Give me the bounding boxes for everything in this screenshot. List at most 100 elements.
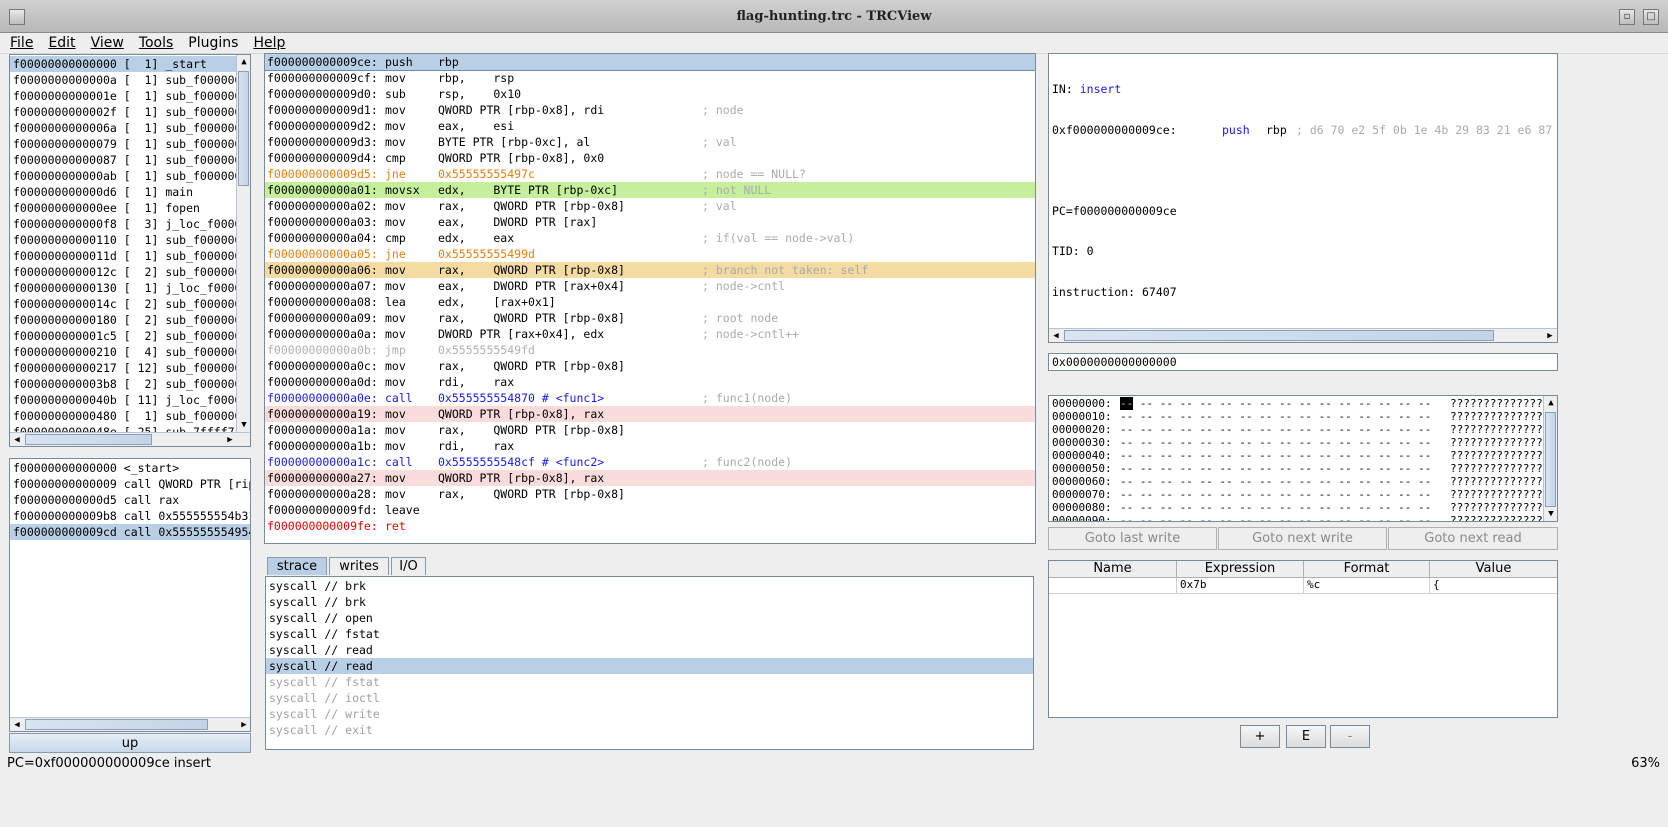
functions-vscroll[interactable]: ▲ ▼ bbox=[236, 55, 250, 432]
scroll-down-icon[interactable]: ▼ bbox=[237, 418, 250, 432]
menu-file[interactable]: File bbox=[5, 33, 38, 54]
hex-ascii[interactable]: ???????????????? bbox=[1450, 488, 1556, 501]
list-item[interactable]: f000000000009cd call 0x555555554954 bbox=[10, 524, 250, 540]
table-row[interactable]: f00000000000a0e: call 0x555555554870 # <fu… bbox=[265, 390, 1035, 406]
list-item[interactable]: f000000000001c5 [ 2] sub_f00000000 bbox=[10, 328, 250, 344]
watch-name-cell[interactable] bbox=[1049, 578, 1177, 593]
list-item[interactable]: syscall // brk bbox=[266, 594, 1033, 610]
scroll-thumb[interactable] bbox=[1545, 412, 1556, 507]
scroll-left-icon[interactable]: ◀ bbox=[10, 433, 24, 446]
scroll-left-icon[interactable]: ◀ bbox=[1049, 329, 1063, 342]
list-item[interactable]: syscall // brk bbox=[266, 578, 1033, 594]
scroll-thumb[interactable] bbox=[25, 719, 208, 730]
table-row[interactable]: f000000000009fd: leave bbox=[265, 502, 1035, 518]
table-row[interactable]: f000000000009d3: mov BYTE PTR [rbp-0xc], a… bbox=[265, 134, 1035, 150]
list-item[interactable]: f000000000000d5 call rax bbox=[10, 492, 250, 508]
list-item[interactable]: f000000000000d6 [ 1] main bbox=[10, 184, 238, 200]
list-item[interactable]: f00000000000009 call QWORD PTR [rip+0 bbox=[10, 476, 250, 492]
scroll-thumb[interactable] bbox=[25, 434, 152, 445]
scroll-thumb[interactable] bbox=[1064, 330, 1494, 341]
window-menu-icon[interactable] bbox=[9, 9, 25, 25]
list-item[interactable]: f0000000000006a [ 1] sub_f00000000 bbox=[10, 120, 250, 136]
goto-last-write-button[interactable]: Goto last write bbox=[1048, 527, 1217, 550]
list-item[interactable]: syscall // exit bbox=[266, 722, 1033, 738]
list-item[interactable]: f0000000000014c [ 2] sub_f00000000 bbox=[10, 296, 250, 312]
scroll-thumb[interactable] bbox=[238, 71, 249, 186]
table-row[interactable]: f00000000000a05: jne 0x55555555499d bbox=[265, 246, 1035, 262]
scroll-left-icon[interactable]: ◀ bbox=[10, 718, 24, 731]
table-row[interactable]: f00000000000a0c: mov rax, QWORD PTR [rbp-0… bbox=[265, 358, 1035, 374]
hex-ascii[interactable]: ???????????????? bbox=[1450, 501, 1556, 514]
menu-help[interactable]: Help bbox=[248, 33, 290, 54]
table-row[interactable]: f00000000000a04: cmp edx, eax ; if(val == n… bbox=[265, 230, 1035, 246]
hex-ascii[interactable]: ???????????????? bbox=[1450, 449, 1556, 462]
hex-ascii[interactable]: ???????????????? bbox=[1450, 410, 1556, 423]
list-item[interactable]: f00000000000087 [ 1] sub_f00000000 bbox=[10, 152, 250, 168]
minimize-icon[interactable]: ▫ bbox=[1619, 9, 1635, 25]
remove-watch-button[interactable]: - bbox=[1330, 725, 1370, 748]
hex-bytes[interactable]: -- -- -- -- -- -- -- -- -- -- -- -- -- -… bbox=[1120, 436, 1450, 449]
list-item[interactable]: f00000000000000 [ 1] _start bbox=[10, 56, 238, 72]
hex-ascii[interactable]: ???????????????? bbox=[1450, 436, 1556, 449]
watch-col-format[interactable]: Format bbox=[1304, 561, 1430, 577]
list-item[interactable]: f000000000000ee [ 1] fopen bbox=[10, 200, 238, 216]
scroll-right-icon[interactable]: ▶ bbox=[223, 433, 237, 446]
table-row[interactable]: f00000000000a27: mov QWORD PTR [rbp-0x8], … bbox=[265, 470, 1035, 486]
menu-tools[interactable]: Tools bbox=[134, 33, 179, 54]
table-row[interactable]: f00000000000a0a: mov DWORD PTR [rax+0x4], … bbox=[265, 326, 1035, 342]
scroll-down-icon[interactable]: ▼ bbox=[1544, 507, 1557, 521]
table-row[interactable]: f00000000000a03: mov eax, DWORD PTR [rax] bbox=[265, 214, 1035, 230]
watch-col-expression[interactable]: Expression bbox=[1177, 561, 1304, 577]
list-item[interactable]: f0000000000012c [ 2] sub_f00000000 bbox=[10, 264, 250, 280]
hex-bytes[interactable]: -- -- -- -- -- -- -- -- -- -- -- -- -- -… bbox=[1120, 423, 1450, 436]
hex-ascii[interactable]: ???????????????? bbox=[1450, 475, 1556, 488]
list-item[interactable]: f0000000000002f [ 1] sub_f00000000 bbox=[10, 104, 250, 120]
goto-next-write-button[interactable]: Goto next write bbox=[1218, 527, 1387, 550]
list-item[interactable]: f000000000009b8 call 0x555555554b31 bbox=[10, 508, 250, 524]
table-row[interactable]: f000000000009ce: push rbp bbox=[265, 54, 1035, 71]
up-button[interactable]: up bbox=[9, 733, 251, 753]
table-row[interactable]: f000000000009d0: sub rsp, 0x10 bbox=[265, 86, 1035, 102]
table-row[interactable]: f00000000000a0d: mov rdi, rax bbox=[265, 374, 1035, 390]
scroll-up-icon[interactable]: ▲ bbox=[237, 55, 250, 69]
table-row[interactable]: f000000000009cf: mov rbp, rsp bbox=[265, 70, 1035, 86]
list-item[interactable]: f00000000000110 [ 1] sub_f00000000 bbox=[10, 232, 250, 248]
list-item[interactable]: f00000000000180 [ 2] sub_f00000000 bbox=[10, 312, 250, 328]
maximize-icon[interactable]: □ bbox=[1643, 9, 1659, 25]
add-watch-button[interactable]: + bbox=[1240, 725, 1280, 748]
callstack-hscroll[interactable]: ◀ ▶ bbox=[10, 717, 250, 731]
tab-writes[interactable]: writes bbox=[329, 557, 389, 575]
table-row[interactable]: 0x7b %c { bbox=[1049, 578, 1557, 594]
list-item[interactable]: f000000000003b8 [ 2] sub_f00000000 bbox=[10, 376, 250, 392]
hex-ascii[interactable]: ???????????????? bbox=[1450, 423, 1556, 436]
table-row[interactable]: f00000000000a1a: mov rax, QWORD PTR [rbp-0… bbox=[265, 422, 1035, 438]
scroll-up-icon[interactable]: ▲ bbox=[1544, 396, 1557, 410]
edit-watch-button[interactable]: E bbox=[1286, 725, 1326, 748]
hex-bytes[interactable]: -- -- -- -- -- -- -- -- -- -- -- -- -- -… bbox=[1120, 475, 1450, 488]
table-row[interactable]: f00000000000a07: mov eax, DWORD PTR [rax+0… bbox=[265, 278, 1035, 294]
table-row[interactable]: f00000000000a19: mov QWORD PTR [rbp-0x8], … bbox=[265, 406, 1035, 422]
list-item[interactable]: f00000000000079 [ 1] sub_f00000000 bbox=[10, 136, 250, 152]
list-item[interactable]: f00000000000130 [ 1] j_loc_f000000 bbox=[10, 280, 250, 296]
tab-strace[interactable]: strace bbox=[267, 557, 327, 575]
info-hscroll[interactable]: ◀ ▶ bbox=[1049, 328, 1557, 342]
table-row[interactable]: f00000000000a0b: jmp 0x5555555549fd bbox=[265, 342, 1035, 358]
list-item[interactable]: f0000000000000a [ 1] sub_f00000000 bbox=[10, 72, 250, 88]
table-row[interactable]: f000000000009d1: mov QWORD PTR [rbp-0x8], … bbox=[265, 102, 1035, 118]
hex-vscroll[interactable]: ▲ ▼ bbox=[1543, 396, 1557, 521]
list-item[interactable]: f0000000000040b [ 11] j_loc_f000000 bbox=[10, 392, 250, 408]
scroll-right-icon[interactable]: ▶ bbox=[1543, 329, 1557, 342]
hex-bytes[interactable]: -- -- -- -- -- -- -- -- -- -- -- -- -- -… bbox=[1120, 462, 1450, 475]
table-row[interactable]: f00000000000a02: mov rax, QWORD PTR [rbp-0… bbox=[265, 198, 1035, 214]
hex-bytes[interactable]: -- -- -- -- -- -- -- -- -- -- -- -- -- -… bbox=[1120, 501, 1450, 514]
list-item[interactable]: f00000000000000 <_start> bbox=[10, 460, 250, 476]
table-row[interactable]: f00000000000a06: mov rax, QWORD PTR [rbp-0… bbox=[265, 262, 1035, 278]
list-item[interactable]: f00000000000217 [ 12] sub_f00000000 bbox=[10, 360, 250, 376]
table-row[interactable]: f00000000000a01: movsx edx, BYTE PTR [rbp-… bbox=[265, 182, 1035, 198]
table-row[interactable]: f00000000000a1c: call 0x5555555548cf # <fu… bbox=[265, 454, 1035, 470]
list-item[interactable]: syscall // open bbox=[266, 610, 1033, 626]
list-item[interactable]: f000000000000ab [ 1] sub_f00000000 bbox=[10, 168, 250, 184]
watch-format-cell[interactable]: %c bbox=[1304, 578, 1430, 593]
table-row[interactable]: f000000000009d5: jne 0x55555555497c ; node … bbox=[265, 166, 1035, 182]
menu-edit[interactable]: Edit bbox=[43, 33, 80, 54]
